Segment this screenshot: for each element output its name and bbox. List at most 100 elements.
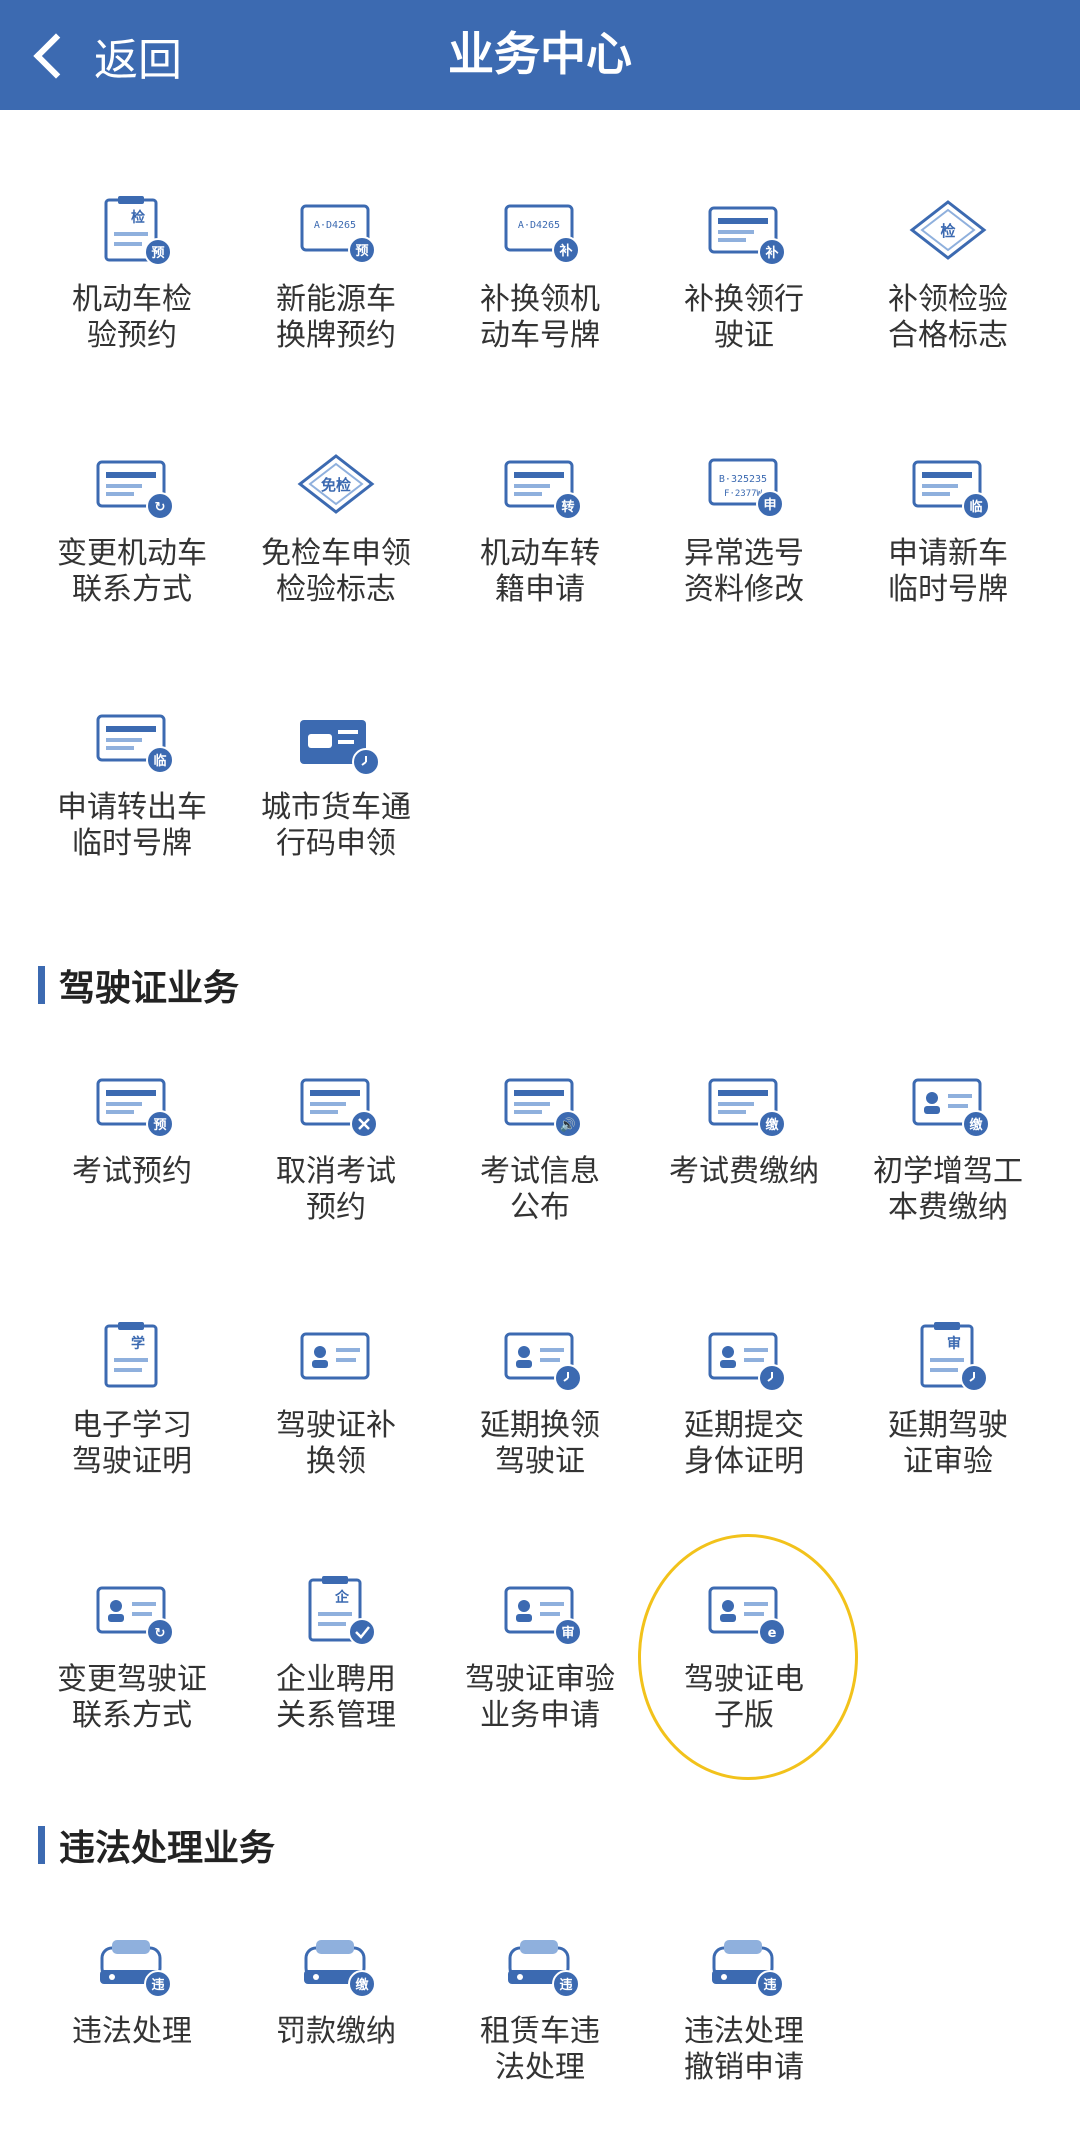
service-tile[interactable]: ↻ 变更机动车 联系方式 xyxy=(30,444,234,664)
service-tile[interactable]: 检补领检验 合格标志 xyxy=(846,190,1050,410)
service-label: 申请转出车 临时号牌 xyxy=(57,790,207,861)
header-bar: 返回 业务中心 xyxy=(0,0,1080,110)
svg-text:缴: 缴 xyxy=(355,1977,369,1993)
learning-certificate-icon: 学 xyxy=(82,1316,182,1402)
learner-fee-icon: 缴 xyxy=(898,1062,998,1148)
service-tile[interactable]: 转机动车转 籍申请 xyxy=(438,444,642,664)
fine-payment-icon: 缴 xyxy=(286,1922,386,2008)
violation-revoke-icon: 违 xyxy=(694,1922,794,2008)
service-tile[interactable]: 预考试预约 xyxy=(30,1062,234,1282)
svg-text:企: 企 xyxy=(334,1589,350,1606)
delay-health-certificate-icon xyxy=(694,1316,794,1402)
service-label: 考试信息 公布 xyxy=(480,1154,600,1225)
service-label: 考试费缴纳 xyxy=(669,1154,819,1189)
svg-text:A·D4265: A·D4265 xyxy=(314,220,356,231)
service-tile[interactable]: 缴初学增驾工 本费缴纳 xyxy=(846,1062,1050,1282)
svg-text:违: 违 xyxy=(559,1977,572,1993)
delay-license-renewal-icon xyxy=(490,1316,590,1402)
svg-text:A·D4265: A·D4265 xyxy=(518,220,560,231)
service-tile[interactable]: 审驾驶证审验 业务申请 xyxy=(438,1570,642,1790)
transfer-out-temp-plate-icon: 临 xyxy=(82,698,182,784)
svg-text:↻: ↻ xyxy=(155,500,166,515)
service-label: 补换领行 驶证 xyxy=(684,282,804,353)
service-tile[interactable]: 违违法处理 撤销申请 xyxy=(642,1922,846,2142)
service-tile[interactable]: 免检 免检车申领 检验标志 xyxy=(234,444,438,664)
service-tile[interactable]: 学 电子学习 驾驶证明 xyxy=(30,1316,234,1536)
service-tile[interactable]: 缴罚款缴纳 xyxy=(234,1922,438,2142)
service-tile[interactable]: 临申请新车 临时号牌 xyxy=(846,444,1050,664)
highlight-circle xyxy=(638,1534,858,1780)
service-label: 取消考试 预约 xyxy=(276,1154,396,1225)
service-tile[interactable]: 违租赁车违 法处理 xyxy=(438,1922,642,2142)
cancel-exam-icon xyxy=(286,1062,386,1148)
service-tile[interactable]: 临申请转出车 临时号牌 xyxy=(30,698,234,918)
service-tile[interactable]: 缴考试费缴纳 xyxy=(642,1062,846,1282)
svg-text:免检: 免检 xyxy=(321,476,351,494)
service-label: 企业聘用 关系管理 xyxy=(276,1662,396,1733)
vehicle-transfer-icon: 转 xyxy=(490,444,590,530)
svg-text:🔊: 🔊 xyxy=(560,1116,576,1133)
vehicle-services-grid: 检 预机动车检 验预约 A·D4265 预新能源车 换牌预约 A·D4265 补补换… xyxy=(0,190,1080,890)
service-label: 城市货车通 行码申领 xyxy=(261,790,411,861)
new-energy-plate-change-icon: A·D4265 预 xyxy=(286,190,386,276)
exam-fee-icon: 缴 xyxy=(694,1062,794,1148)
new-car-temp-plate-icon: 临 xyxy=(898,444,998,530)
service-tile[interactable]: 审 延期驾驶 证审验 xyxy=(846,1316,1050,1536)
service-label: 违法处理 撤销申请 xyxy=(684,2014,804,2085)
service-tile[interactable]: A·D4265 补补换领机 动车号牌 xyxy=(438,190,642,410)
svg-text:转: 转 xyxy=(561,499,574,515)
replace-driving-permit-icon: 补 xyxy=(694,190,794,276)
service-tile[interactable]: 城市货车通 行码申领 xyxy=(234,698,438,918)
service-tile[interactable]: 补补换领行 驶证 xyxy=(642,190,846,410)
svg-text:违: 违 xyxy=(151,1977,164,1993)
service-tile[interactable]: A·D4265 预新能源车 换牌预约 xyxy=(234,190,438,410)
svg-text:审: 审 xyxy=(561,1625,574,1641)
service-label: 驾驶证补 换领 xyxy=(276,1408,396,1479)
section-accent-bar xyxy=(38,1826,45,1864)
license-services-grid: 预考试预约 取消考试 预约 🔊 考试信息 公布 缴考试费缴纳 缴初学增驾工 本费缴… xyxy=(0,1062,1080,1762)
license-contact-change-icon: ↻ xyxy=(82,1570,182,1656)
inspection-mark-icon: 检 xyxy=(898,190,998,276)
svg-text:违: 违 xyxy=(763,1977,776,1993)
svg-text:检: 检 xyxy=(940,222,955,240)
svg-text:缴: 缴 xyxy=(765,1117,779,1133)
exempt-inspection-icon: 免检 xyxy=(286,444,386,530)
service-label: 新能源车 换牌预约 xyxy=(276,282,396,353)
service-tile[interactable]: 驾驶证补 换领 xyxy=(234,1316,438,1536)
service-tile[interactable]: 🔊 考试信息 公布 xyxy=(438,1062,642,1282)
service-label: 驾驶证审验 业务申请 xyxy=(465,1662,615,1733)
service-label: 异常选号 资料修改 xyxy=(684,536,804,607)
section-accent-bar xyxy=(38,966,45,1004)
plate-selection-edit-icon: B·325235 F·2377W 申 xyxy=(694,444,794,530)
violation-services-grid: 违违法处理 缴罚款缴纳 违租赁车违 法处理 违违法处理 撤销申请 xyxy=(0,1922,1080,2132)
section-title: 违法处理业务 xyxy=(59,1828,276,1869)
violation-handling-icon: 违 xyxy=(82,1922,182,2008)
service-label: 延期换领 驾驶证 xyxy=(480,1408,600,1479)
svg-text:↻: ↻ xyxy=(155,1626,166,1641)
svg-text:预: 预 xyxy=(153,1118,166,1133)
service-tile[interactable]: 企 企业聘用 关系管理 xyxy=(234,1570,438,1790)
replace-license-plate-icon: A·D4265 补 xyxy=(490,190,590,276)
service-tile[interactable]: B·325235 F·2377W 申异常选号 资料修改 xyxy=(642,444,846,664)
service-tile[interactable]: 违违法处理 xyxy=(30,1922,234,2142)
vehicle-inspection-appointment-icon: 检 预 xyxy=(82,190,182,276)
service-tile[interactable]: ↻ 变更驾驶证 联系方式 xyxy=(30,1570,234,1790)
service-label: 延期提交 身体证明 xyxy=(684,1408,804,1479)
service-tile[interactable]: 延期换领 驾驶证 xyxy=(438,1316,642,1536)
service-tile[interactable]: 检 预机动车检 验预约 xyxy=(30,190,234,410)
svg-text:F·2377W: F·2377W xyxy=(724,489,763,499)
service-label: 延期驾驶 证审验 xyxy=(888,1408,1008,1479)
section-header-license: 驾驶证业务 xyxy=(38,962,239,1009)
service-tile[interactable]: 延期提交 身体证明 xyxy=(642,1316,846,1536)
service-tile[interactable]: 取消考试 预约 xyxy=(234,1062,438,1282)
svg-text:预: 预 xyxy=(355,244,368,259)
service-label: 机动车转 籍申请 xyxy=(480,536,600,607)
vehicle-contact-change-icon: ↻ xyxy=(82,444,182,530)
svg-text:补: 补 xyxy=(558,243,572,259)
svg-text:审: 审 xyxy=(947,1335,961,1352)
svg-text:检: 检 xyxy=(131,209,145,226)
exam-appointment-icon: 预 xyxy=(82,1062,182,1148)
svg-text:B·325235: B·325235 xyxy=(719,474,767,485)
page-title: 业务中心 xyxy=(448,27,632,81)
service-label: 电子学习 驾驶证明 xyxy=(72,1408,192,1479)
